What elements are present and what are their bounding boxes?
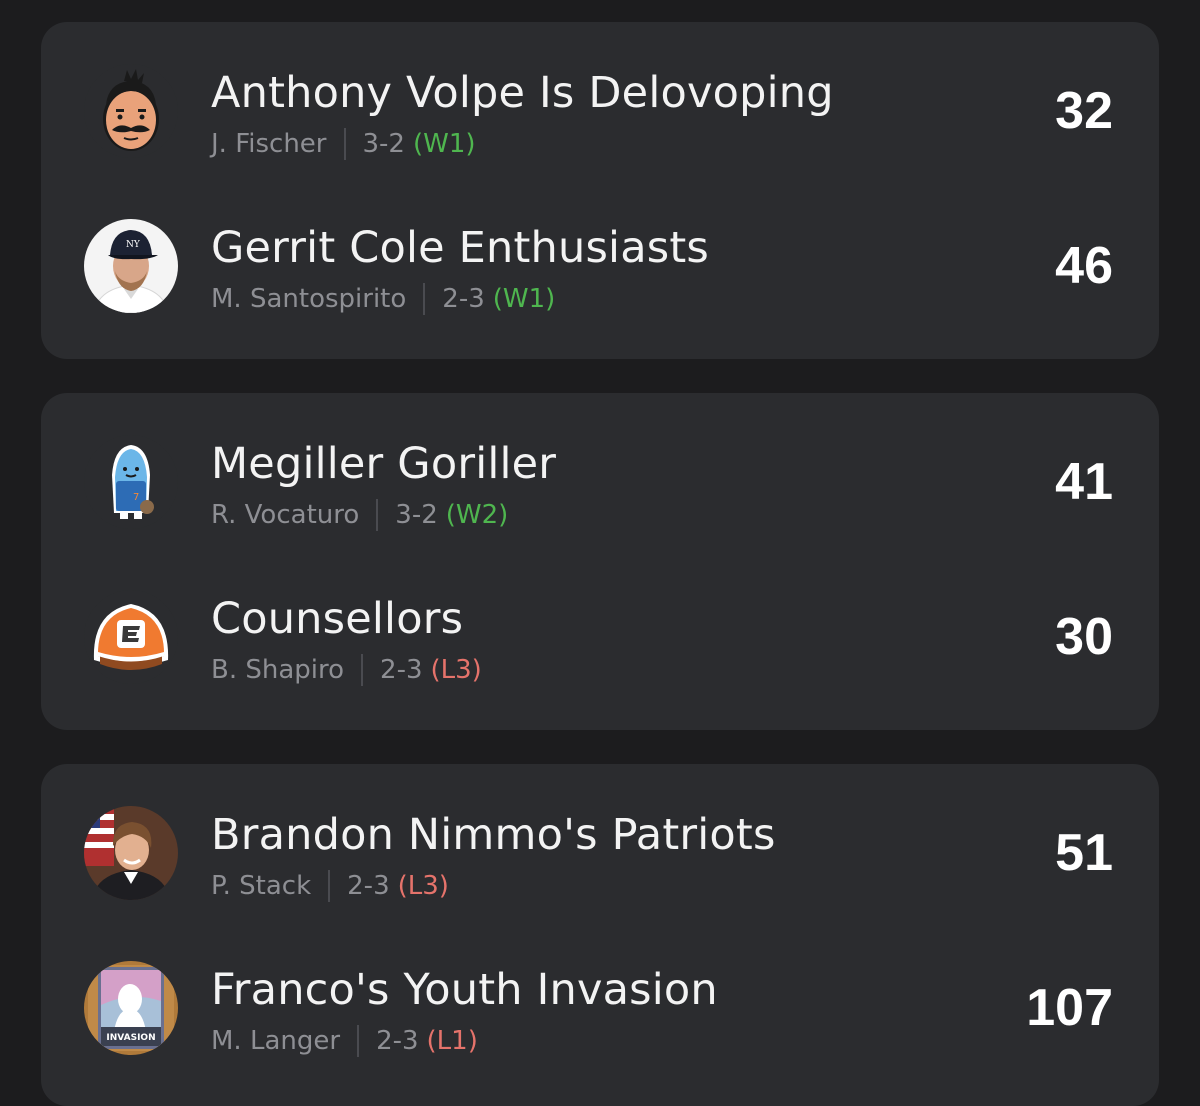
team-name[interactable]: Franco's Youth Invasion bbox=[211, 965, 718, 1015]
team-score: 107 bbox=[1026, 979, 1113, 1037]
team-meta: M. Santospirito 2-3 (W1) bbox=[211, 282, 555, 316]
team-streak: (W2) bbox=[445, 500, 509, 530]
team-name[interactable]: Brandon Nimmo's Patriots bbox=[211, 810, 776, 860]
svg-text:7: 7 bbox=[133, 492, 139, 503]
team-record: 2-3 bbox=[380, 655, 423, 685]
matchup-card[interactable]: 7 Megiller Goriller R. Vocaturo 3-2 (W2)… bbox=[41, 393, 1159, 730]
team-row[interactable]: Anthony Volpe Is Delovoping J. Fischer 3… bbox=[41, 32, 1159, 188]
owner-name: M. Santospirito bbox=[211, 284, 407, 314]
team-streak: (W1) bbox=[492, 284, 556, 314]
team-meta: M. Langer 2-3 (L1) bbox=[211, 1024, 478, 1058]
youth-invasion-card-avatar-icon: INVASION bbox=[84, 961, 178, 1055]
team-streak: (L1) bbox=[426, 1026, 478, 1056]
team-record: 2-3 bbox=[347, 871, 390, 901]
espn-cap-avatar-icon bbox=[84, 590, 178, 684]
team-name[interactable]: Anthony Volpe Is Delovoping bbox=[211, 68, 834, 118]
mustache-cartoon-avatar-icon bbox=[84, 64, 178, 158]
team-score: 51 bbox=[1055, 824, 1113, 882]
team-streak: (L3) bbox=[430, 655, 482, 685]
owner-name: P. Stack bbox=[211, 871, 312, 901]
divider bbox=[357, 1025, 360, 1057]
team-name[interactable]: Counsellors bbox=[211, 594, 463, 644]
divider bbox=[376, 499, 379, 531]
team-name[interactable]: Gerrit Cole Enthusiasts bbox=[211, 223, 709, 273]
team-row[interactable]: Counsellors B. Shapiro 2-3 (L3) 30 bbox=[41, 558, 1159, 714]
scrollbar-track[interactable] bbox=[1180, 0, 1200, 1106]
divider bbox=[328, 870, 331, 902]
owner-name: B. Shapiro bbox=[211, 655, 345, 685]
svg-text:INVASION: INVASION bbox=[106, 1033, 155, 1043]
patriot-photo-avatar-icon bbox=[84, 806, 178, 900]
team-streak: (W1) bbox=[412, 129, 476, 159]
team-name[interactable]: Megiller Goriller bbox=[211, 439, 556, 489]
team-row[interactable]: Brandon Nimmo's Patriots P. Stack 2-3 (L… bbox=[41, 774, 1159, 930]
team-row[interactable]: NY Gerrit Cole Enthusiasts M. Santospiri… bbox=[41, 187, 1159, 343]
divider bbox=[361, 654, 364, 686]
team-meta: B. Shapiro 2-3 (L3) bbox=[211, 653, 482, 687]
divider bbox=[343, 128, 346, 160]
svg-text:NY: NY bbox=[126, 240, 141, 250]
team-record: 3-2 bbox=[362, 129, 405, 159]
team-meta: J. Fischer 3-2 (W1) bbox=[211, 127, 476, 161]
player-photo-avatar-icon: NY bbox=[84, 219, 178, 313]
team-record: 2-3 bbox=[376, 1026, 419, 1056]
owner-name: R. Vocaturo bbox=[211, 500, 360, 530]
team-score: 30 bbox=[1055, 608, 1113, 666]
matchup-card[interactable]: Anthony Volpe Is Delovoping J. Fischer 3… bbox=[41, 22, 1159, 359]
owner-name: J. Fischer bbox=[211, 129, 327, 159]
team-meta: R. Vocaturo 3-2 (W2) bbox=[211, 498, 508, 532]
owner-name: M. Langer bbox=[211, 1026, 341, 1056]
team-row[interactable]: INVASION Franco's Youth Invasion M. Lang… bbox=[41, 929, 1159, 1085]
team-row[interactable]: 7 Megiller Goriller R. Vocaturo 3-2 (W2)… bbox=[41, 403, 1159, 559]
baseball-mascot-avatar-icon: 7 bbox=[84, 435, 178, 529]
team-score: 46 bbox=[1055, 237, 1113, 295]
team-score: 41 bbox=[1055, 453, 1113, 511]
team-record: 2-3 bbox=[442, 284, 485, 314]
team-score: 32 bbox=[1055, 82, 1113, 140]
team-streak: (L3) bbox=[397, 871, 449, 901]
divider bbox=[423, 283, 426, 315]
team-meta: P. Stack 2-3 (L3) bbox=[211, 869, 449, 903]
matchup-card[interactable]: Brandon Nimmo's Patriots P. Stack 2-3 (L… bbox=[41, 764, 1159, 1106]
team-record: 3-2 bbox=[395, 500, 438, 530]
